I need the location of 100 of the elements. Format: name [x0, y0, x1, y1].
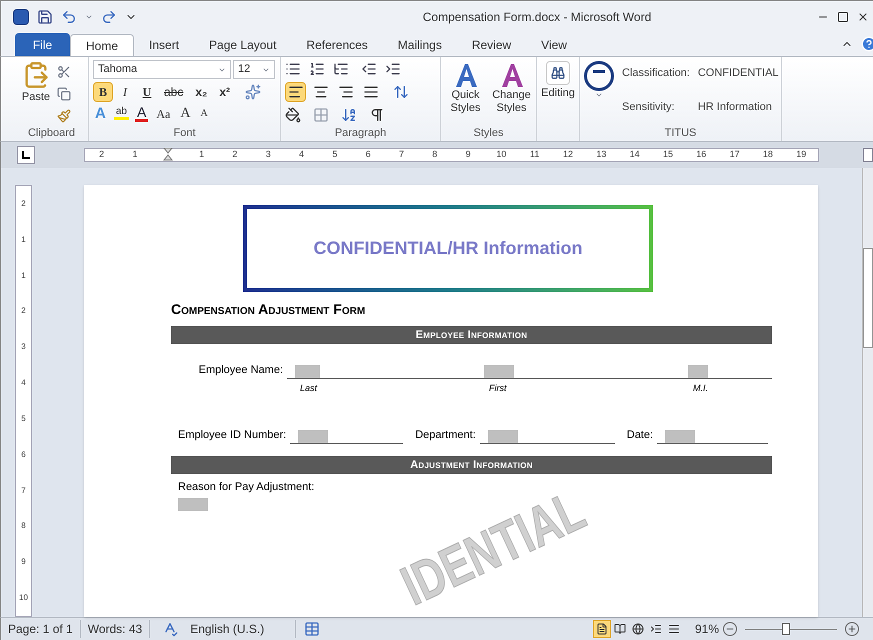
line-spacing-icon[interactable]	[393, 84, 409, 100]
ribbon-tab[interactable]: References	[291, 34, 383, 56]
view-icon	[596, 623, 608, 635]
ruler-number: 10	[19, 592, 28, 604]
numbering-icon[interactable]	[309, 61, 325, 77]
indent-marker-icon[interactable]	[163, 148, 174, 162]
sort-icon[interactable]	[341, 107, 357, 123]
field-label: Classification:	[622, 66, 690, 81]
field-placeholder[interactable]	[688, 364, 708, 378]
increase-indent-icon[interactable]	[385, 61, 401, 77]
font-name-field[interactable]: Tahoma	[93, 60, 231, 79]
ruler-number: 1	[21, 270, 26, 282]
editing-button[interactable]: Editing	[537, 57, 579, 102]
plus-icon	[847, 624, 857, 634]
view-ruler-icon[interactable]	[863, 148, 873, 162]
group-label: Font	[173, 126, 196, 141]
ruler-number: 9	[21, 556, 26, 568]
ruler-number: 14	[630, 148, 640, 162]
ruler-number: 2	[21, 198, 26, 210]
show-marks-icon[interactable]	[369, 107, 385, 123]
zoom-out-button[interactable]	[723, 622, 737, 636]
highlight-button[interactable]: ab	[114, 107, 129, 120]
paste-button[interactable]: Paste	[19, 61, 53, 106]
field-placeholder[interactable]	[178, 498, 208, 511]
view-button[interactable]	[592, 620, 611, 638]
save-icon[interactable]	[37, 8, 53, 24]
shrink-font-button[interactable]: A	[198, 108, 210, 118]
file-tab[interactable]: File	[15, 33, 70, 56]
bullets-icon[interactable]	[285, 61, 301, 77]
align-button[interactable]	[285, 82, 306, 102]
section-header: Adjustment Information	[171, 456, 772, 474]
ruler-number: 1	[132, 148, 138, 162]
format-painter-icon[interactable]	[57, 109, 71, 123]
restore-icon[interactable]	[837, 10, 849, 22]
decrease-indent-icon[interactable]	[361, 61, 377, 77]
group-label: Clipboard	[28, 126, 76, 141]
vertical-scrollbar[interactable]	[862, 168, 873, 617]
format-button[interactable]: I	[115, 82, 135, 102]
font-color-button[interactable]: A	[134, 105, 148, 122]
form-title: Compensation Adjustment Form	[171, 300, 366, 319]
format-button[interactable]: abc	[159, 82, 188, 102]
field-placeholder[interactable]	[665, 430, 696, 442]
multilevel-list-icon[interactable]	[333, 61, 349, 77]
help-icon[interactable]	[861, 36, 873, 52]
ruler-number: 2	[232, 148, 238, 162]
field-label: Reason for Pay Adjustment:	[177, 480, 316, 494]
sub-label: Last	[300, 382, 318, 394]
titus-logo-icon[interactable]	[584, 61, 614, 91]
scroll-thumb[interactable]	[863, 248, 873, 348]
app-logo-icon	[13, 8, 29, 24]
ribbon-tab[interactable]: Review	[456, 34, 526, 56]
ruler-number: 5	[332, 148, 338, 162]
cut-icon[interactable]	[57, 65, 71, 79]
page-count[interactable]: Page: 1 of 1	[1, 620, 81, 638]
ruler-number: 4	[21, 377, 26, 390]
word-count[interactable]: Words: 43	[80, 620, 150, 638]
ruler-number: 1	[21, 234, 26, 246]
view-icon	[614, 623, 626, 635]
shading-icon[interactable]	[285, 107, 301, 123]
ribbon-tab[interactable]: Home	[70, 34, 134, 56]
clear-format-icon[interactable]	[245, 84, 262, 100]
undo-icon[interactable]	[61, 8, 77, 24]
zoom-in-button[interactable]	[845, 622, 859, 636]
group-label: Styles	[474, 126, 504, 141]
ribbon-tab[interactable]: Insert	[134, 34, 194, 56]
change-case-button[interactable]: Aa	[154, 108, 172, 120]
field-placeholder[interactable]	[298, 430, 328, 442]
ruler-number: 12	[563, 148, 574, 162]
macro-icon[interactable]	[304, 621, 320, 637]
group-label: TITUS	[664, 126, 696, 141]
ruler-number: 3	[21, 341, 26, 354]
language-status[interactable]: English (U.S.)	[190, 620, 296, 638]
styles-button[interactable]: Quick Styles	[444, 61, 486, 125]
zoom-level[interactable]: 91%	[694, 620, 719, 638]
field-placeholder[interactable]	[488, 430, 518, 442]
field-placeholder[interactable]	[484, 364, 514, 378]
caret-icon	[595, 91, 603, 99]
redo-icon[interactable]	[101, 8, 117, 24]
banner-text: CONFIDENTIAL/HR Information	[314, 237, 582, 260]
close-icon[interactable]	[857, 10, 869, 22]
window-title: Compensation Form.docx - Microsoft Word	[422, 8, 652, 26]
ribbon-tab[interactable]: Page Layout	[194, 34, 292, 56]
field-label: Sensitivity:	[622, 100, 676, 114]
format-button[interactable]: x₂	[190, 82, 212, 102]
ruler-number: 19	[796, 148, 806, 162]
zoom-thumb[interactable]	[782, 623, 790, 635]
format-button[interactable]: B	[93, 82, 113, 102]
tab-selector[interactable]	[17, 146, 35, 164]
ribbon-tab[interactable]: Mailings	[382, 34, 457, 56]
copy-icon[interactable]	[57, 87, 71, 101]
font-size-field[interactable]: 12	[233, 60, 275, 79]
ribbon-tab[interactable]: View	[526, 34, 582, 56]
format-button[interactable]: x²	[214, 82, 236, 102]
format-button[interactable]: U	[137, 82, 157, 102]
ruler-number: 16	[696, 148, 706, 162]
ruler-number: 10	[496, 148, 506, 162]
styles-button[interactable]: Change Styles	[490, 61, 532, 125]
field-placeholder[interactable]	[295, 364, 320, 378]
ruler-number: 4	[299, 148, 304, 162]
grow-font-button[interactable]: A	[178, 106, 192, 120]
